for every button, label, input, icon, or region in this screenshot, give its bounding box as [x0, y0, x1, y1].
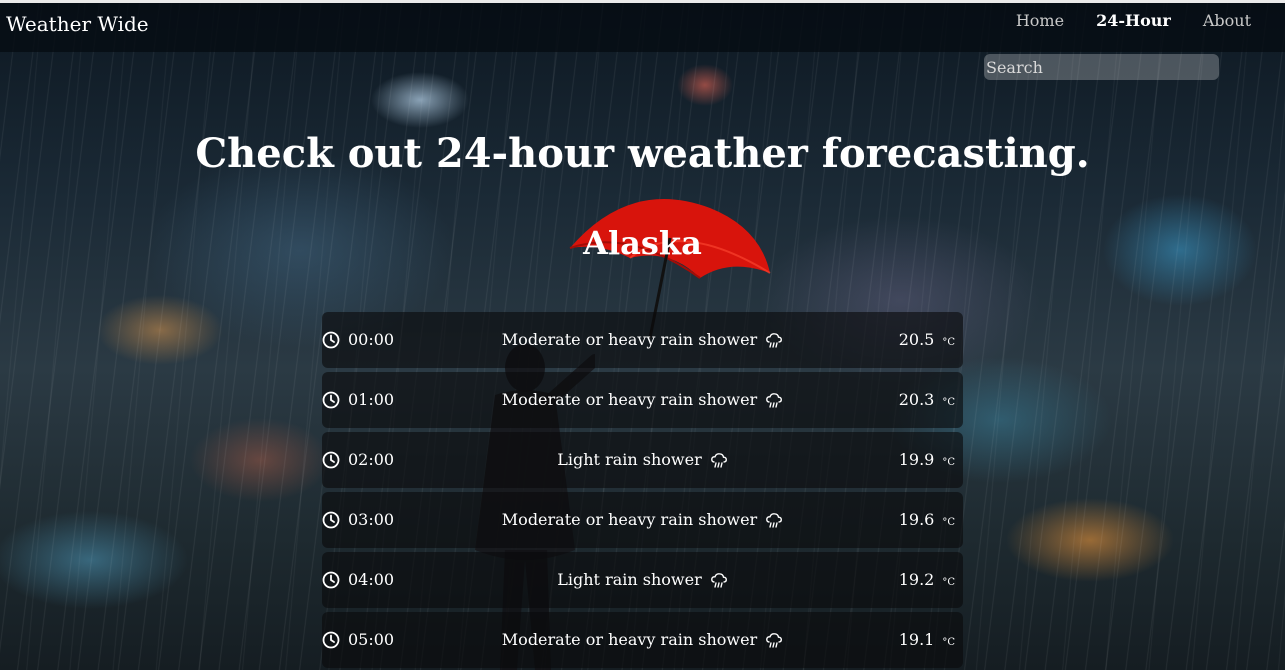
nav-about-link[interactable]: About: [1203, 11, 1251, 30]
cloud-rain-icon: [710, 572, 727, 588]
forecast-temp-value: 20.3: [898, 390, 935, 409]
forecast-condition-label: Moderate or heavy rain shower: [501, 390, 758, 409]
nav-24-hour-link[interactable]: 24-Hour: [1096, 11, 1171, 30]
nav-links: Home 24-Hour About: [1016, 11, 1251, 30]
forecast-condition: Moderate or heavy rain shower: [322, 510, 963, 529]
forecast-temperature: 19.1 °C: [899, 630, 955, 649]
forecast-condition-label: Moderate or heavy rain shower: [501, 630, 758, 649]
forecast-condition: Light rain shower: [322, 570, 963, 589]
forecast-row: 01:00 Moderate or heavy rain shower 20.3…: [322, 372, 963, 428]
cloud-rain-icon: [766, 512, 783, 528]
cloud-rain-icon: [710, 452, 727, 468]
forecast-temp-value: 19.1: [898, 630, 935, 649]
temp-unit: °C: [942, 517, 955, 528]
city-name: Alaska: [583, 224, 702, 262]
forecast-row: 05:00 Moderate or heavy rain shower 19.1…: [322, 612, 963, 668]
forecast-temperature: 20.5 °C: [899, 330, 955, 349]
forecast-condition-label: Moderate or heavy rain shower: [501, 330, 758, 349]
forecast-condition: Light rain shower: [322, 450, 963, 469]
forecast-temp-value: 19.6: [898, 510, 935, 529]
forecast-condition-label: Light rain shower: [557, 570, 702, 589]
forecast-row: 04:00 Light rain shower 19.2 °C: [322, 552, 963, 608]
forecast-condition: Moderate or heavy rain shower: [322, 330, 963, 349]
forecast-condition: Moderate or heavy rain shower: [322, 630, 963, 649]
forecast-temperature: 19.2 °C: [899, 570, 955, 589]
nav-home-link[interactable]: Home: [1016, 11, 1064, 30]
forecast-condition-label: Moderate or heavy rain shower: [501, 510, 758, 529]
forecast-row: 03:00 Moderate or heavy rain shower 19.6…: [322, 492, 963, 548]
forecast-temperature: 19.6 °C: [899, 510, 955, 529]
forecast-row: 02:00 Light rain shower 19.9 °C: [322, 432, 963, 488]
forecast-temp-value: 20.5: [898, 330, 935, 349]
navbar: Weather Wide Home 24-Hour About: [0, 0, 1285, 52]
cloud-rain-icon: [766, 632, 783, 648]
brand-link[interactable]: Weather Wide: [6, 12, 149, 36]
temp-unit: °C: [942, 457, 955, 468]
forecast-temp-value: 19.2: [898, 570, 935, 589]
forecast-row: 00:00 Moderate or heavy rain shower 20.5…: [322, 312, 963, 368]
cloud-rain-icon: [766, 392, 783, 408]
cloud-rain-icon: [766, 332, 783, 348]
temp-unit: °C: [942, 637, 955, 648]
forecast-condition: Moderate or heavy rain shower: [322, 390, 963, 409]
temp-unit: °C: [942, 577, 955, 588]
temp-unit: °C: [942, 397, 955, 408]
hourly-forecast-list: 00:00 Moderate or heavy rain shower 20.5…: [322, 312, 963, 670]
search-input[interactable]: [984, 54, 1219, 80]
page-headline: Check out 24-hour weather forecasting.: [195, 130, 1090, 177]
forecast-temperature: 19.9 °C: [899, 450, 955, 469]
temp-unit: °C: [942, 337, 955, 348]
forecast-temp-value: 19.9: [898, 450, 935, 469]
forecast-condition-label: Light rain shower: [557, 450, 702, 469]
forecast-temperature: 20.3 °C: [899, 390, 955, 409]
